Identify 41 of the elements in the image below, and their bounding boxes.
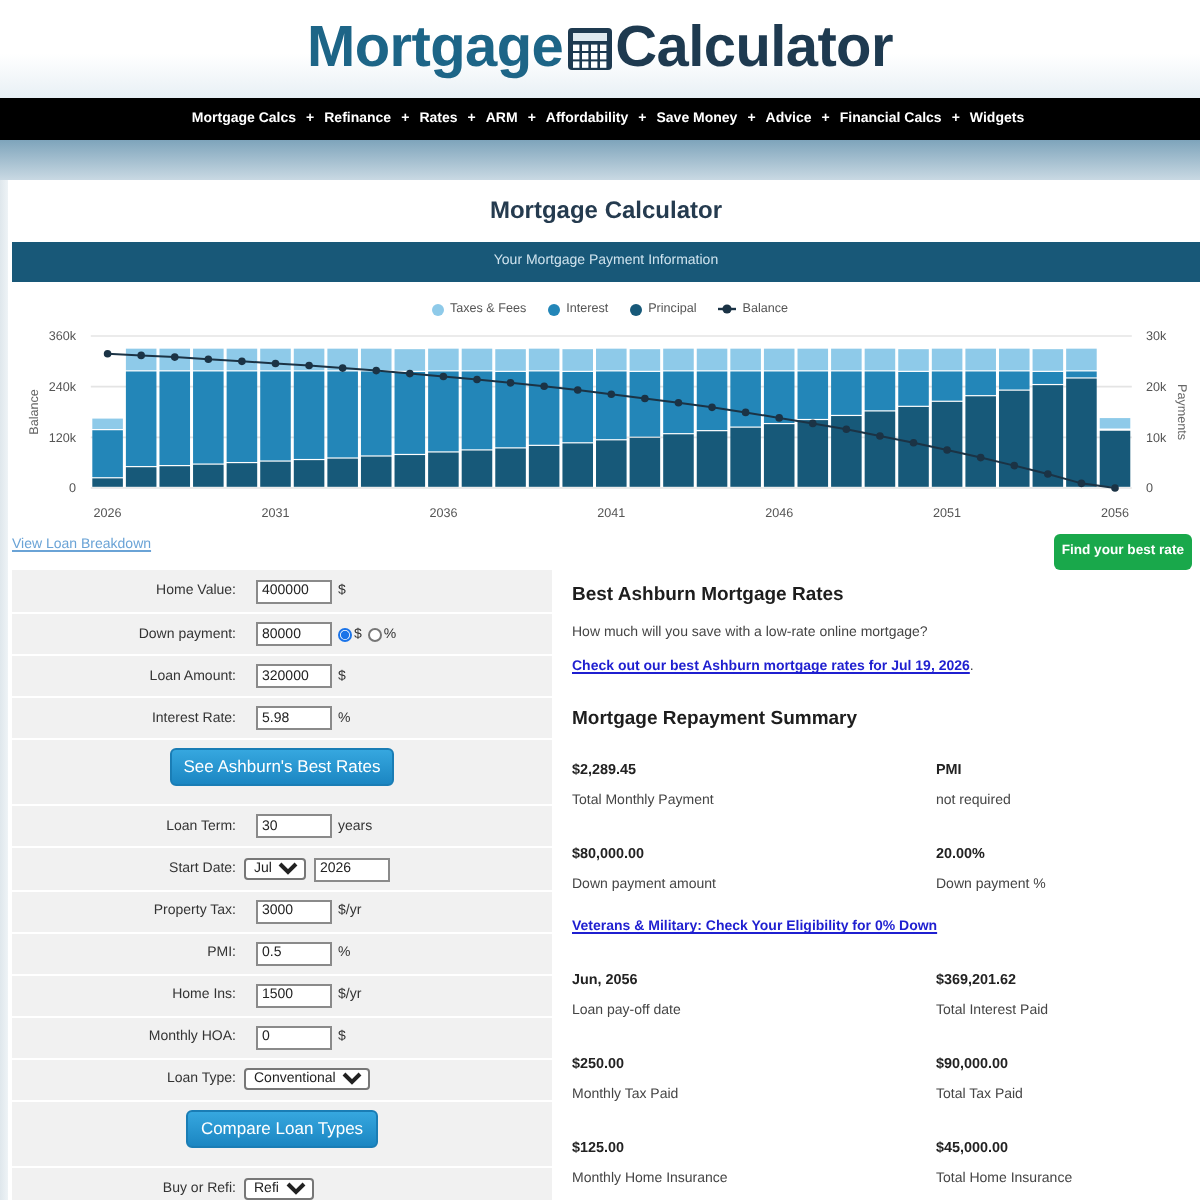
point — [540, 382, 548, 391]
point — [976, 453, 985, 462]
point — [473, 375, 481, 384]
point — [573, 386, 582, 394]
point — [708, 403, 716, 412]
point — [909, 439, 918, 447]
point — [1111, 484, 1119, 492]
point — [1010, 461, 1019, 470]
logo-text: Mortgage — [307, 20, 564, 78]
bar-segment — [965, 348, 996, 371]
point — [103, 349, 112, 358]
point — [808, 419, 817, 428]
bar-segment — [696, 431, 728, 487]
bar-segment — [663, 434, 694, 487]
page-title: Mortgage Calculator — [489, 195, 722, 227]
point — [372, 366, 381, 375]
point — [741, 408, 750, 417]
section-heading: Best Ashburn Mortgage Rates — [572, 582, 846, 610]
point — [1044, 470, 1052, 478]
point — [439, 372, 448, 381]
point — [607, 390, 616, 399]
bar-segment — [629, 437, 661, 487]
radio-button[interactable] — [338, 627, 352, 642]
point — [876, 432, 884, 440]
point — [338, 364, 347, 372]
point — [305, 361, 313, 370]
point — [775, 414, 783, 422]
point — [842, 425, 851, 434]
calculator-icon — [567, 28, 612, 70]
point — [506, 379, 515, 387]
bar-segment — [763, 424, 795, 487]
point — [943, 446, 951, 454]
bar-segment — [730, 427, 761, 487]
logo-text: Calculator — [615, 20, 893, 78]
point — [674, 398, 683, 407]
point — [1077, 479, 1086, 488]
section-heading: Mortgage Repayment Summary — [572, 706, 860, 734]
point — [641, 394, 649, 403]
radio-button[interactable] — [367, 627, 382, 642]
point — [406, 369, 414, 378]
bar-segment — [797, 420, 829, 487]
